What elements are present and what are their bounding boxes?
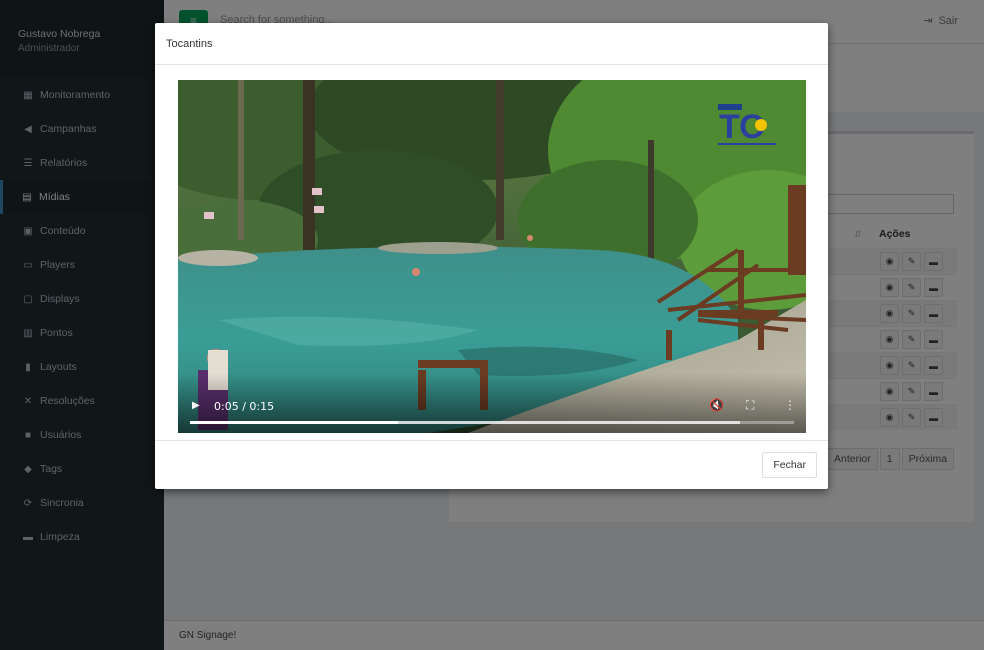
play-icon[interactable]: ▶ (192, 400, 200, 411)
media-preview-modal: Tocantins TO ▶ 0:05 / 0:15 🔇 ⛶ ⋮ Fechar (155, 23, 828, 489)
video-progress-bar[interactable] (190, 421, 794, 424)
more-options-icon[interactable]: ⋮ (784, 398, 796, 412)
fullscreen-icon[interactable]: ⛶ (746, 398, 754, 413)
close-button[interactable]: Fechar (762, 452, 817, 478)
modal-body: TO ▶ 0:05 / 0:15 🔇 ⛶ ⋮ (178, 80, 806, 433)
modal-header: Tocantins (155, 23, 828, 65)
mute-icon[interactable]: 🔇 (709, 398, 724, 412)
video-time-display: 0:05 / 0:15 (214, 400, 275, 413)
modal-footer: Fechar (155, 440, 828, 489)
modal-title: Tocantins (166, 38, 213, 50)
video-controls: ▶ 0:05 / 0:15 🔇 ⛶ ⋮ (178, 373, 806, 433)
tocantins-logo: TO (716, 100, 778, 153)
video-player[interactable]: TO ▶ 0:05 / 0:15 🔇 ⛶ ⋮ (178, 80, 806, 433)
video-progress-fill (190, 421, 399, 424)
